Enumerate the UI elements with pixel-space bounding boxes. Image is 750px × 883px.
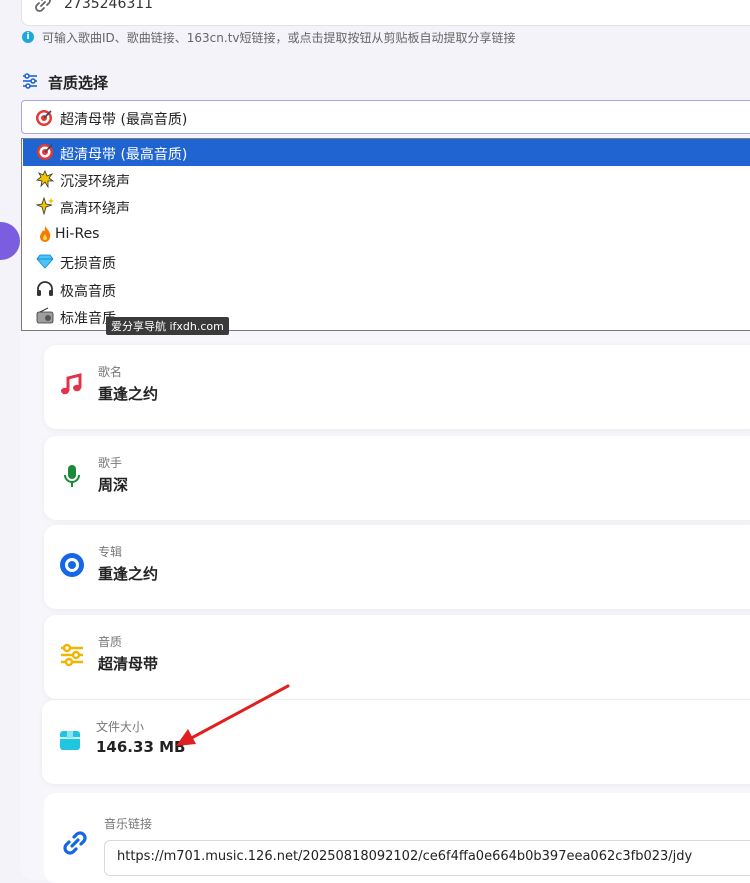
- info-icon: i: [22, 31, 34, 43]
- headphones-icon: [37, 281, 53, 296]
- quality-option-label: Hi-Res: [55, 226, 100, 242]
- quality-option-label: 超清母带 (最高音质): [60, 147, 188, 163]
- file-size-label: 文件大小: [96, 720, 145, 734]
- input-hint: 可输入歌曲ID、歌曲链接、163cn.tv短链接，或点击提取按钮从剪贴板自动提取…: [42, 31, 516, 45]
- sliders-icon: [23, 73, 37, 89]
- quality-option-lossless[interactable]: 无损音质: [23, 248, 750, 275]
- quality-option-immersive[interactable]: 沉浸环绕声: [23, 166, 750, 193]
- quality-dropdown-list: 超清母带 (最高音质) 沉浸环绕声 高清环绕声 Hi-Res 无损音质 极高音质…: [21, 138, 750, 331]
- quality-option-label: 沉浸环绕声: [60, 174, 130, 190]
- artist-value: 周深: [98, 476, 129, 494]
- music-note-icon: [61, 373, 82, 395]
- album-label: 专辑: [98, 545, 123, 559]
- diamond-icon: [36, 254, 54, 269]
- music-link-value: https://m701.music.126.net/2025081809210…: [117, 849, 693, 864]
- quality-info-label: 音质: [98, 635, 123, 649]
- song-name-card: 歌名 重逢之约: [44, 345, 750, 429]
- quality-option-label: 高清环绕声: [60, 201, 130, 217]
- burst-icon: [36, 170, 54, 188]
- watermark: 爱分享导航 ifxdh.com: [106, 317, 229, 335]
- quality-info-value: 超清母带: [98, 655, 159, 673]
- artist-label: 歌手: [98, 456, 123, 470]
- song-id-value: 2735246311: [64, 0, 154, 12]
- album-value: 重逢之约: [98, 565, 159, 583]
- song-name-value: 重逢之约: [98, 385, 159, 403]
- box-icon: [60, 731, 80, 750]
- file-size-card: 文件大小 146.33 MB: [42, 700, 750, 784]
- target-icon: [36, 110, 52, 126]
- quality-option-master[interactable]: 超清母带 (最高音质): [23, 139, 750, 166]
- quality-option-label: 无损音质: [60, 256, 116, 272]
- chain-link-icon: [63, 831, 87, 855]
- quality-option-surround[interactable]: 高清环绕声: [23, 193, 750, 220]
- artist-card: 歌手 周深: [44, 436, 750, 520]
- sparkle-icon: [36, 197, 54, 215]
- annotation-arrow: [176, 684, 290, 746]
- quality-label: 音质选择: [48, 74, 109, 92]
- target-icon: [37, 144, 53, 160]
- equalizer-icon: [61, 643, 83, 667]
- microphone-icon: [64, 465, 80, 487]
- quality-selected-value: 超清母带 (最高音质): [60, 112, 188, 128]
- quality-option-label: 极高音质: [60, 284, 116, 300]
- music-link-label: 音乐链接: [104, 817, 153, 831]
- album-card: 专辑 重逢之约: [44, 525, 750, 609]
- quality-option-hires[interactable]: Hi-Res: [23, 221, 750, 248]
- radio-icon: [36, 307, 54, 324]
- song-name-label: 歌名: [98, 365, 123, 379]
- fire-icon: [40, 226, 51, 242]
- quality-option-high[interactable]: 极高音质: [23, 276, 750, 303]
- background-accent: [0, 222, 20, 260]
- quality-card: 音质 超清母带: [44, 615, 750, 699]
- link-icon: [35, 0, 51, 12]
- disc-icon: [60, 553, 84, 577]
